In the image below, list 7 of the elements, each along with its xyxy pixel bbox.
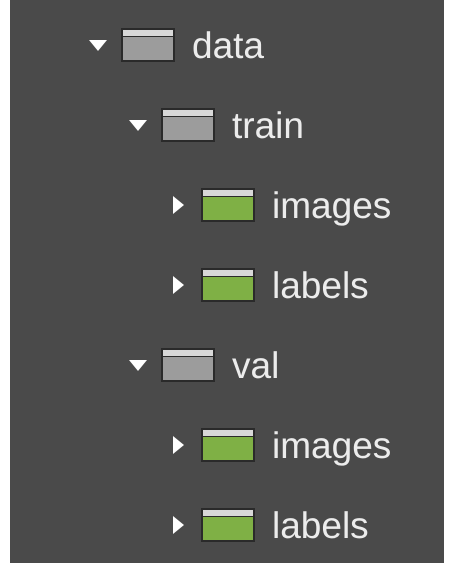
folder-name[interactable]: data <box>192 26 264 64</box>
folder-name[interactable]: images <box>272 186 392 224</box>
folder-name[interactable]: val <box>232 346 280 384</box>
folder-name[interactable]: labels <box>272 506 369 544</box>
folder-name[interactable]: images <box>272 426 392 464</box>
folder-name[interactable]: labels <box>272 266 369 304</box>
folder-name[interactable]: train <box>232 106 304 144</box>
